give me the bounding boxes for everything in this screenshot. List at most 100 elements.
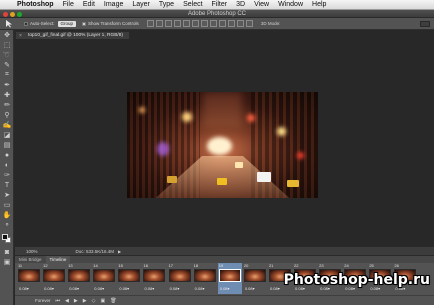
duplicate-frame-icon[interactable]: ▣ (100, 298, 105, 304)
next-frame-icon[interactable]: ▶ (83, 298, 87, 304)
previous-frame-icon[interactable]: ◀ (65, 298, 69, 304)
lasso-tool-icon[interactable]: ➰ (0, 50, 14, 60)
zoom-tool-icon[interactable]: ⚬ (0, 220, 14, 230)
shape-tool-icon[interactable]: ▭ (0, 200, 14, 210)
show-transform-checkbox[interactable] (82, 21, 87, 26)
frame-delay-dropdown[interactable]: 0.08▾ (270, 286, 280, 291)
path-selection-tool-icon[interactable]: ➤ (0, 190, 14, 200)
image-light (277, 127, 286, 136)
type-tool-icon[interactable]: T (0, 180, 14, 190)
frame-delay-dropdown[interactable]: 0.08▾ (195, 286, 205, 291)
frame-delay-dropdown[interactable]: 0.08▾ (69, 286, 79, 291)
distribute-left-icon[interactable] (227, 20, 235, 27)
healing-brush-tool-icon[interactable]: ✚ (0, 90, 14, 100)
menu-image[interactable]: Image (104, 0, 123, 10)
first-frame-icon[interactable]: ⏮ (56, 298, 61, 304)
menu-select[interactable]: Select (183, 0, 202, 10)
tween-icon[interactable]: ◇ (92, 298, 96, 304)
timeline-frame[interactable]: 20 0.08▾ (243, 263, 268, 294)
foreground-color-swatch[interactable] (2, 234, 8, 240)
menu-layer[interactable]: Layer (132, 0, 150, 10)
distribute-middle-icon[interactable] (209, 20, 217, 27)
distribute-top-icon[interactable] (200, 20, 208, 27)
image-light (297, 152, 304, 159)
frame-delay-dropdown[interactable]: 0.08▾ (220, 286, 230, 291)
blur-tool-icon[interactable]: ● (0, 150, 14, 160)
document-tab[interactable]: × top10_gif_final.gif @ 100% (Layer 1, R… (15, 31, 130, 39)
align-middle-icon[interactable] (155, 20, 163, 27)
crop-tool-icon[interactable]: ⌗ (0, 70, 14, 80)
frame-thumbnail[interactable] (168, 269, 191, 282)
frame-thumbnail[interactable] (243, 269, 266, 282)
pen-tool-icon[interactable]: ✑ (0, 170, 14, 180)
frame-thumbnail[interactable] (118, 269, 141, 282)
hand-tool-icon[interactable]: ✋ (0, 210, 14, 220)
menu-type[interactable]: Type (159, 0, 174, 10)
menu-file[interactable]: File (63, 0, 74, 10)
timeline-frame[interactable]: 12 0.08▾ (42, 263, 67, 294)
color-swatches[interactable] (0, 233, 14, 247)
timeline-frame[interactable]: 16 0.08▾ (142, 263, 167, 294)
eraser-tool-icon[interactable]: ◪ (0, 130, 14, 140)
timeline-frame[interactable]: 18 0.08▾ (193, 263, 218, 294)
frame-delay-dropdown[interactable]: 0.08▾ (44, 286, 54, 291)
brush-tool-icon[interactable]: ✏ (0, 100, 14, 110)
quick-mask-icon[interactable]: ◙ (0, 247, 14, 257)
move-tool-preset-icon[interactable] (2, 19, 18, 29)
timeline-frame[interactable]: 11 0.08▾ (17, 263, 42, 294)
auto-select-checkbox[interactable] (24, 21, 28, 26)
timeline-frame[interactable]: 14 0.08▾ (92, 263, 117, 294)
delete-frame-icon[interactable]: 🗑 (110, 298, 116, 304)
frame-thumbnail[interactable] (18, 269, 40, 282)
dodge-tool-icon[interactable]: ◐ (0, 160, 14, 170)
menu-3d[interactable]: 3D (236, 0, 245, 10)
align-right-icon[interactable] (191, 20, 199, 27)
align-bottom-icon[interactable] (164, 20, 172, 27)
menu-filter[interactable]: Filter (212, 0, 228, 10)
status-menu-arrow-icon[interactable]: ▶ (118, 249, 121, 254)
frame-number: 25 (369, 263, 374, 268)
frame-thumbnail[interactable] (43, 269, 66, 282)
workspace-switcher[interactable] (420, 21, 430, 27)
frame-thumbnail[interactable] (143, 269, 166, 282)
auto-select-dropdown[interactable]: Group (57, 20, 77, 27)
menu-photoshop[interactable]: Photoshop (17, 0, 54, 10)
timeline-frame[interactable]: 13 0.08▾ (67, 263, 92, 294)
zoom-level[interactable]: 100% (26, 249, 38, 254)
eyedropper-tool-icon[interactable]: ✒ (0, 80, 14, 90)
screen-mode-icon[interactable]: ▣ (0, 257, 14, 267)
frame-thumbnail[interactable] (218, 269, 241, 282)
align-center-icon[interactable] (182, 20, 190, 27)
timeline-frame[interactable]: 17 0.08▾ (168, 263, 193, 294)
loop-options-dropdown[interactable]: Forever (35, 298, 51, 303)
frame-delay-dropdown[interactable]: 0.08▾ (245, 286, 255, 291)
document-image[interactable] (127, 92, 318, 198)
quick-select-tool-icon[interactable]: ✎ (0, 60, 14, 70)
frame-delay-dropdown[interactable]: 0.08▾ (119, 286, 129, 291)
frame-thumbnail[interactable] (68, 269, 91, 282)
close-document-icon[interactable]: × (19, 32, 22, 40)
frame-thumbnail[interactable] (93, 269, 116, 282)
align-top-icon[interactable] (146, 20, 154, 27)
frame-delay-dropdown[interactable]: 0.08▾ (19, 286, 29, 291)
align-left-icon[interactable] (173, 20, 181, 27)
distribute-bottom-icon[interactable] (218, 20, 226, 27)
distribute-center-icon[interactable] (236, 20, 244, 27)
marquee-tool-icon[interactable]: ⬚ (0, 40, 14, 50)
timeline-frame[interactable]: 19 0.08▾ (217, 263, 243, 294)
menu-view[interactable]: View (254, 0, 269, 10)
frame-thumbnail[interactable] (193, 269, 216, 282)
frame-delay-dropdown[interactable]: 0.08▾ (144, 286, 154, 291)
menu-edit[interactable]: Edit (83, 0, 95, 10)
menu-help[interactable]: Help (312, 0, 326, 10)
move-tool-icon[interactable]: ✥ (0, 30, 14, 40)
play-icon[interactable]: ▶ (74, 298, 78, 304)
frame-delay-dropdown[interactable]: 0.08▾ (94, 286, 104, 291)
frame-delay-dropdown[interactable]: 0.08▾ (170, 286, 180, 291)
gradient-tool-icon[interactable]: ▤ (0, 140, 14, 150)
timeline-frame[interactable]: 15 0.08▾ (117, 263, 142, 294)
menu-window[interactable]: Window (278, 0, 303, 10)
history-brush-tool-icon[interactable]: ✍ (0, 120, 14, 130)
clone-stamp-tool-icon[interactable]: ⚲ (0, 110, 14, 120)
distribute-right-icon[interactable] (245, 20, 253, 27)
